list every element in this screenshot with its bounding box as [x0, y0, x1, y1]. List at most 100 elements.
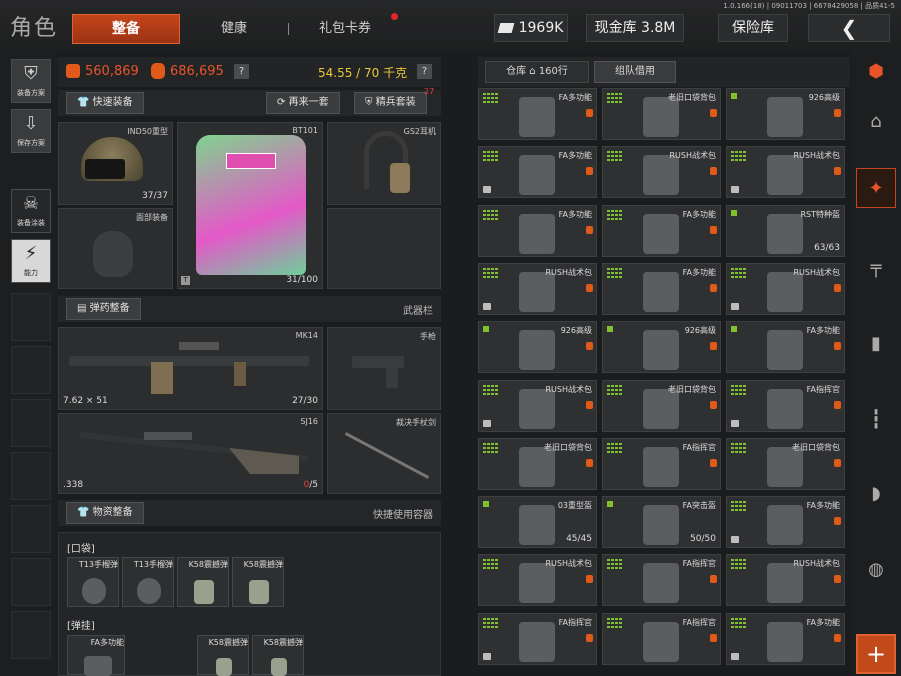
- size-grid-icon: [483, 267, 498, 279]
- storage-item[interactable]: 03重型盔 45/45: [478, 496, 597, 549]
- all-icon[interactable]: ⬢: [856, 52, 896, 92]
- value-badge-icon: [834, 283, 841, 292]
- size-grid-icon: [607, 209, 622, 221]
- item-durability: 45/45: [566, 534, 592, 545]
- secondary-weapon-slot[interactable]: SJ16 .338 0/5: [58, 413, 323, 494]
- save-plan-button[interactable]: ⇩ 保存方案: [11, 109, 51, 153]
- skin-icon: ☠: [22, 193, 40, 214]
- rig-item[interactable]: K58震撼弹: [197, 635, 249, 676]
- storage-item[interactable]: RUSH战术包: [726, 262, 845, 315]
- storage-item[interactable]: FA指挥官: [602, 612, 721, 665]
- back-button[interactable]: ❮: [808, 14, 890, 42]
- value-badge-icon: [834, 575, 841, 584]
- rifle-scope: [179, 342, 219, 350]
- elite-set-button[interactable]: ⛨ 精兵套装: [354, 92, 427, 114]
- face-slot[interactable]: 面部装备: [58, 208, 173, 289]
- storage-item[interactable]: RUSH战术包: [478, 262, 597, 315]
- ammo-prep-button[interactable]: ▤ 弹药整备: [66, 298, 141, 320]
- storage-item[interactable]: RST特种盔 63/63: [726, 204, 845, 257]
- storage-item[interactable]: FA多功能: [478, 146, 597, 199]
- storage-item[interactable]: 老旧口袋背包: [726, 437, 845, 490]
- safe-box-button[interactable]: 保险库: [718, 14, 788, 42]
- value-badge-icon: [834, 517, 841, 526]
- pocket-item[interactable]: T13手榴弹: [67, 557, 119, 607]
- storage-item[interactable]: FA突击盔 50/50: [602, 496, 721, 549]
- pistol-slot[interactable]: 手枪: [327, 327, 441, 410]
- storage-item[interactable]: RUSH战术包: [602, 146, 721, 199]
- scope-icon[interactable]: ◍: [856, 550, 896, 590]
- headset-slot[interactable]: GS2耳机: [327, 122, 441, 205]
- rig-item[interactable]: FA多功能: [67, 635, 125, 676]
- empty-equipment-slot[interactable]: [327, 208, 441, 289]
- storage-item[interactable]: 926高级: [478, 321, 597, 374]
- pocket-item[interactable]: T13手榴弹: [122, 557, 174, 607]
- loadout-plan-button[interactable]: ⛨ 装备方案: [11, 59, 51, 103]
- pocket-item[interactable]: K58震撼弹: [232, 557, 284, 607]
- value-help-button[interactable]: ?: [234, 64, 249, 79]
- size-small-icon: [731, 209, 737, 216]
- warehouse-tab[interactable]: 仓库 ⌂ 160行: [485, 61, 589, 83]
- storage-item[interactable]: FA多功能: [726, 496, 845, 549]
- ticket-currency[interactable]: 1969K: [494, 14, 568, 42]
- storage-item[interactable]: FA多功能: [478, 204, 597, 257]
- ability-button[interactable]: ⚡ 能力: [11, 239, 51, 283]
- primary-weapon-slot[interactable]: MK14 7.62 × 51 27/30: [58, 327, 323, 410]
- storage-item[interactable]: 926高级: [726, 88, 845, 140]
- cash-vault-button[interactable]: 现金库 3.8M: [586, 14, 684, 42]
- storage-item[interactable]: 老旧口袋背包: [602, 379, 721, 432]
- pocket-item[interactable]: K58震撼弹: [177, 557, 229, 607]
- storage-item[interactable]: FA多功能: [726, 321, 845, 374]
- storage-item[interactable]: 老旧口袋背包: [602, 88, 721, 140]
- weight-help-button[interactable]: ?: [417, 64, 432, 79]
- storage-item[interactable]: FA指挥官: [726, 379, 845, 432]
- item-image: [767, 213, 803, 254]
- tab-equip[interactable]: 整备: [72, 14, 180, 44]
- skin-label: 装备涂装: [17, 219, 45, 227]
- storage-item[interactable]: RUSH战术包: [726, 554, 845, 607]
- armor-icon[interactable]: ✦: [856, 168, 896, 208]
- size-grid-icon: [483, 93, 498, 104]
- tab-health[interactable]: 健康: [221, 14, 247, 44]
- team-borrow-tab[interactable]: 组队借用: [594, 61, 676, 83]
- storage-item[interactable]: FA多功能: [602, 262, 721, 315]
- empty-slot: [11, 293, 51, 341]
- skin-button[interactable]: ☠ 装备涂装: [11, 189, 51, 233]
- storage-item[interactable]: FA指挥官: [602, 554, 721, 607]
- quick-equip-button[interactable]: 👕 快速装备: [66, 92, 144, 114]
- flashbang-icon: [249, 580, 269, 604]
- value-badge-icon: [586, 342, 593, 351]
- home-icon[interactable]: ⌂: [856, 102, 896, 142]
- magazine-icon[interactable]: ▮: [856, 324, 896, 364]
- add-button[interactable]: +: [856, 634, 896, 674]
- size-grid-icon: [731, 151, 746, 162]
- shirt-icon: 👕: [77, 97, 90, 108]
- storage-item[interactable]: 926高级: [602, 321, 721, 374]
- item-image: [643, 563, 679, 604]
- storage-item[interactable]: FA多功能: [478, 88, 597, 140]
- storage-item[interactable]: RUSH战术包: [478, 554, 597, 607]
- storage-item[interactable]: FA指挥官: [602, 437, 721, 490]
- storage-item[interactable]: FA多功能: [602, 204, 721, 257]
- armor-slot[interactable]: BT101 T 31/100: [177, 122, 323, 289]
- storage-item[interactable]: FA指挥官: [478, 612, 597, 665]
- tab-gift-cards[interactable]: 礼包卡券: [319, 14, 371, 44]
- again-button[interactable]: ⟳ 再来一套: [266, 92, 340, 114]
- storage-item[interactable]: RUSH战术包: [726, 146, 845, 199]
- helmet-slot[interactable]: IND50重型 37/37: [58, 122, 173, 205]
- item-name: RUSH战术包: [545, 559, 592, 569]
- supply-prep-button[interactable]: 👕 物资整备: [66, 502, 144, 524]
- value-badge-icon: [586, 400, 593, 409]
- item-image: [643, 621, 679, 662]
- rifle-icon[interactable]: ╤: [856, 248, 896, 288]
- cane-sword-image: [344, 432, 430, 479]
- value-badge-icon: [586, 283, 593, 292]
- rig-item[interactable]: K58震撼弹: [252, 635, 304, 676]
- storage-item[interactable]: FA多功能: [726, 612, 845, 665]
- storage-item[interactable]: 老旧口袋背包: [478, 437, 597, 490]
- ammo-prep-label: 弹药整备: [89, 303, 130, 314]
- grip-icon[interactable]: ◗: [856, 474, 896, 514]
- ammo-icon[interactable]: ┇: [856, 400, 896, 440]
- storage-item[interactable]: RUSH战术包: [478, 379, 597, 432]
- melee-slot[interactable]: 裁决手杖剑: [327, 413, 441, 494]
- item-image: [643, 505, 679, 546]
